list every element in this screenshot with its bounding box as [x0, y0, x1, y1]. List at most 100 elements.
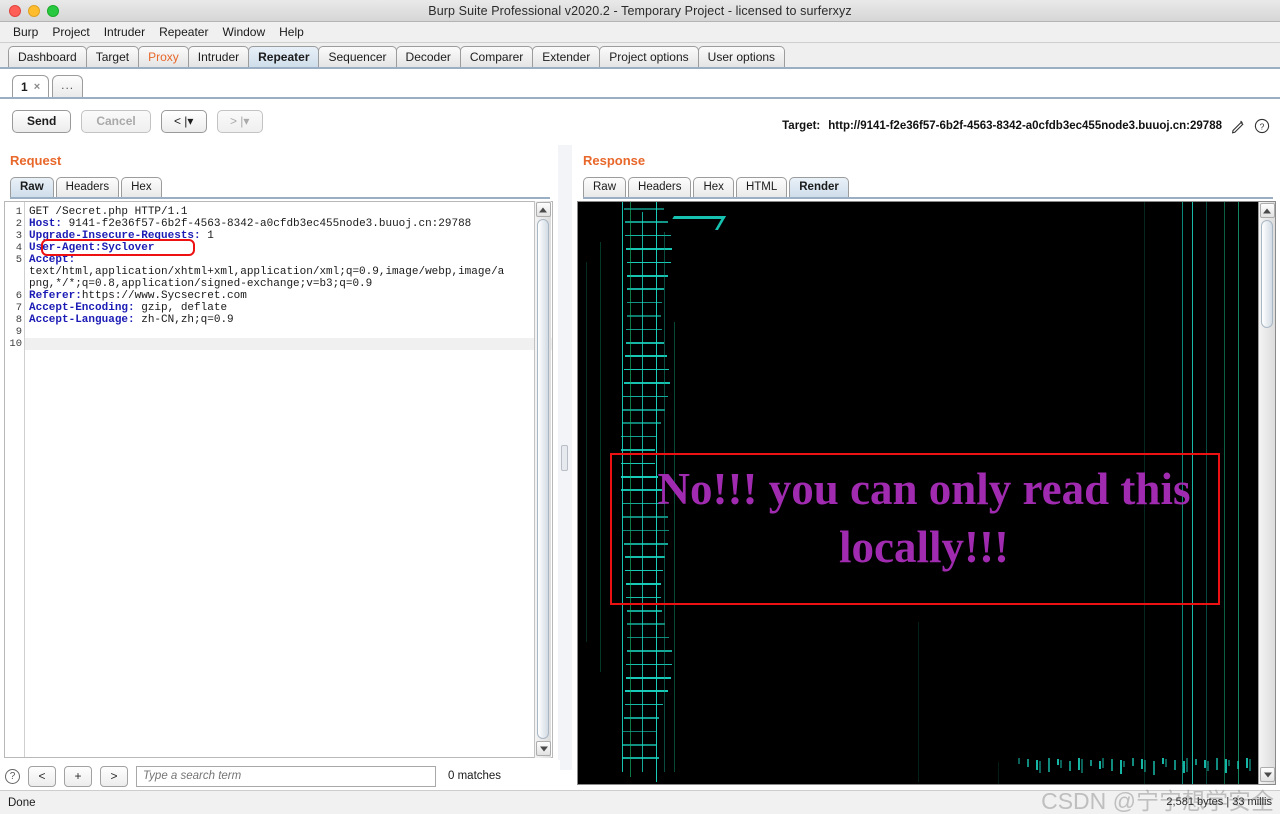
tab-user-options[interactable]: User options — [697, 46, 786, 67]
request-line: Referer:https://www.Sycsecret.com — [29, 290, 247, 302]
wireframe-speckle — [1165, 759, 1167, 767]
response-tab-html[interactable]: HTML — [735, 177, 788, 197]
wireframe-speckle — [1141, 759, 1143, 769]
wireframe-line — [623, 730, 658, 733]
line-number: 4 — [15, 242, 22, 254]
search-input[interactable] — [136, 765, 436, 787]
header-name: Accept: — [29, 254, 76, 266]
question-icon[interactable]: ? — [5, 768, 20, 784]
tab-extender[interactable]: Extender — [532, 46, 601, 67]
request-tab-headers[interactable]: Headers — [55, 177, 120, 197]
scroll-up-icon[interactable] — [535, 202, 551, 217]
wireframe-speckle — [1048, 758, 1050, 772]
menu-item-burp[interactable]: Burp — [7, 23, 44, 41]
request-line: User-Agent:Syclover — [25, 242, 552, 254]
panel-splitter[interactable] — [558, 145, 572, 770]
wireframe-line — [998, 762, 1000, 784]
request-tabs: Raw Headers Hex — [10, 177, 550, 199]
wireframe-speckle — [1237, 761, 1239, 769]
repeater-tab-1[interactable]: 1 × — [12, 75, 50, 97]
back-button[interactable]: < |▾ — [160, 109, 207, 133]
wireframe-line — [625, 355, 667, 357]
wireframe-speckle — [1069, 761, 1071, 771]
response-vertical-scrollbar[interactable] — [1258, 202, 1275, 784]
question-icon[interactable]: ? — [1254, 118, 1270, 134]
search-add-button[interactable]: + — [64, 765, 92, 787]
menu-item-help[interactable]: Help — [273, 23, 310, 41]
response-scroll-thumb[interactable] — [1261, 220, 1273, 328]
menu-item-repeater[interactable]: Repeater — [153, 23, 214, 41]
search-prev-button[interactable]: < — [28, 765, 56, 787]
response-scroll-down-icon[interactable] — [1260, 767, 1275, 782]
tab-proxy[interactable]: Proxy — [138, 46, 189, 67]
tab-dashboard[interactable]: Dashboard — [8, 46, 87, 67]
wireframe-speckle — [1132, 758, 1134, 766]
pencil-icon[interactable] — [1230, 118, 1246, 134]
target-label: Target: — [782, 120, 821, 132]
wireframe-speckle — [1057, 759, 1059, 765]
line-number: 9 — [15, 326, 22, 338]
wireframe-speckle — [1195, 759, 1197, 765]
wireframe-speckle — [1099, 761, 1101, 769]
request-tab-raw[interactable]: Raw — [10, 177, 54, 197]
wireframe-line — [600, 242, 602, 672]
response-render-view[interactable]: No!!! you can only read this locally!!! — [577, 201, 1276, 785]
request-line — [25, 338, 552, 350]
header-name: Upgrade-Insecure-Requests: — [29, 230, 201, 242]
splitter-grip[interactable] — [561, 445, 568, 471]
target-url: http://9141-f2e36f57-6b2f-4563-8342-a0cf… — [828, 120, 1222, 132]
response-tab-render[interactable]: Render — [789, 177, 849, 197]
request-tab-hex[interactable]: Hex — [121, 177, 162, 197]
scroll-down-icon[interactable] — [536, 741, 551, 756]
wireframe-line — [626, 663, 673, 666]
main-tab-strip: Dashboard Target Proxy Intruder Repeater… — [0, 43, 1280, 69]
wireframe-line — [625, 342, 665, 344]
header-name: Host: — [29, 218, 63, 230]
response-size-text: 2,581 bytes | 33 millis — [1166, 796, 1272, 808]
tab-intruder[interactable]: Intruder — [187, 46, 250, 67]
request-vertical-scrollbar[interactable] — [534, 201, 551, 758]
wireframe-speckle — [1216, 758, 1218, 770]
tab-comparer[interactable]: Comparer — [459, 46, 534, 67]
wireframe-line — [621, 449, 656, 451]
send-button[interactable]: Send — [12, 109, 72, 133]
response-panel-title: Response — [583, 153, 646, 168]
tab-repeater[interactable]: Repeater — [248, 46, 320, 67]
response-tab-raw[interactable]: Raw — [583, 177, 627, 197]
wireframe-speckle — [1123, 761, 1125, 767]
wireframe-speckle — [1246, 758, 1248, 768]
line-number — [5, 278, 22, 290]
line-number: 6 — [15, 290, 22, 302]
wireframe-speckle — [1039, 761, 1041, 773]
search-next-button[interactable]: > — [100, 765, 128, 787]
wireframe-speckle — [1153, 761, 1155, 775]
wireframe-line — [626, 636, 669, 639]
line-number: 5 — [15, 254, 22, 266]
wireframe-speckle — [1120, 760, 1122, 774]
tab-target[interactable]: Target — [85, 46, 140, 67]
wireframe-speckle — [1225, 759, 1227, 773]
close-icon[interactable]: × — [34, 81, 40, 93]
wireframe-speckle — [1027, 759, 1029, 767]
repeater-tab-new[interactable]: ... — [52, 75, 84, 97]
menu-item-project[interactable]: Project — [46, 23, 95, 41]
wireframe-line — [626, 623, 666, 625]
request-line: GET /Secret.php HTTP/1.1 — [29, 206, 188, 218]
request-editor[interactable]: 1 2 3 4 5 6 7 8 9 10 GET /Secret.php HTTP/1.1 Host… — [4, 201, 553, 758]
response-tab-headers[interactable]: Headers — [628, 177, 692, 197]
tab-decoder[interactable]: Decoder — [395, 46, 461, 67]
tab-project-options[interactable]: Project options — [599, 46, 699, 67]
wireframe-speckle — [1018, 758, 1020, 764]
header-name: Referer: — [29, 290, 82, 302]
tab-sequencer[interactable]: Sequencer — [318, 46, 397, 67]
request-scroll-thumb[interactable] — [537, 219, 549, 739]
request-raw-text[interactable]: GET /Secret.php HTTP/1.1 Host: 9141-f2e36… — [25, 202, 552, 757]
wireframe-speckle — [1228, 760, 1230, 766]
wireframe-line — [622, 409, 665, 411]
menu-item-intruder[interactable]: Intruder — [98, 23, 151, 41]
response-tab-hex[interactable]: Hex — [693, 177, 734, 197]
response-scroll-up-icon[interactable] — [1259, 203, 1275, 218]
request-line: Host: 9141-f2e36f57-6b2f-4563-8342-a0cfd… — [29, 218, 472, 230]
wireframe-line — [621, 435, 658, 438]
menu-item-window[interactable]: Window — [216, 23, 271, 41]
